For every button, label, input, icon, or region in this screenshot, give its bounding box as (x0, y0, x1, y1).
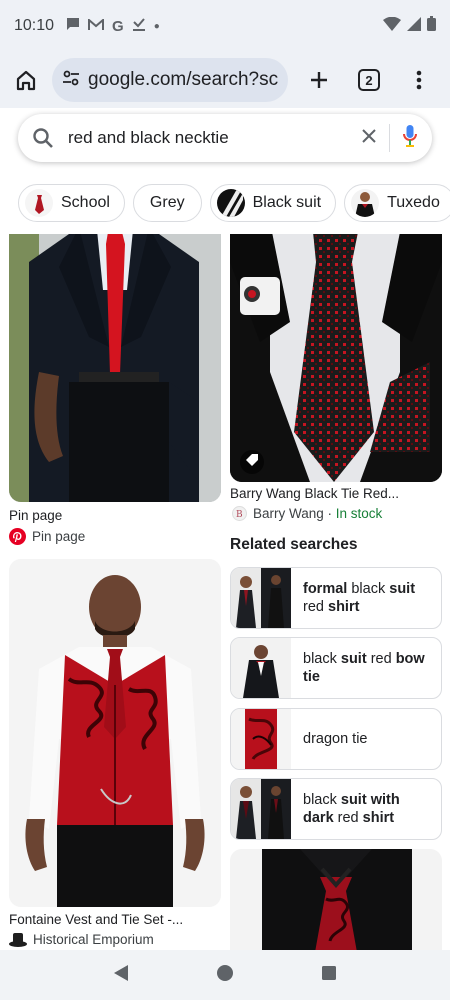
site-settings-icon[interactable] (62, 69, 80, 92)
related-thumbnail (231, 779, 291, 839)
home-nav-button[interactable] (216, 964, 234, 987)
download-done-icon (132, 17, 146, 35)
top-hat-icon (9, 932, 27, 947)
result-image-polka-tie[interactable] (230, 234, 442, 482)
system-nav-bar (0, 950, 450, 1000)
chip-thumbnail-tie (25, 189, 53, 217)
svg-text:B: B (236, 510, 243, 520)
new-tab-button[interactable] (294, 54, 344, 106)
gmail-icon (88, 17, 105, 35)
result-title[interactable]: Barry Wang Black Tie Red... (230, 486, 399, 501)
microphone-icon (403, 124, 417, 147)
result-source[interactable]: B Barry Wang · In stock (232, 506, 382, 521)
result-image-paisley-tie[interactable] (230, 849, 442, 950)
chip-label: Grey (149, 194, 185, 211)
image-results: Pin page Pin page Barry Wang Black Tie R… (0, 234, 450, 950)
system-icons (383, 16, 436, 36)
battery-icon (427, 16, 436, 36)
wifi-icon (383, 16, 401, 36)
source-separator: · (323, 506, 336, 521)
google-icon: G (112, 17, 124, 35)
related-searches-heading: Related searches (230, 536, 358, 553)
related-search-label: black suit with dark red shirt (303, 792, 400, 826)
result-source-label: Pin page (32, 529, 86, 544)
search-divider (389, 124, 390, 152)
tab-switcher-button[interactable]: 2 (344, 54, 394, 106)
pinterest-icon (9, 528, 26, 545)
browser-menu-button[interactable] (394, 54, 444, 106)
related-search-item[interactable]: dragon tie (230, 708, 442, 770)
clear-button[interactable] (361, 128, 377, 149)
chip-thumbnail-tuxedo (351, 189, 380, 217)
related-search-item[interactable]: black suit red bow tie (230, 637, 442, 699)
close-icon (362, 128, 376, 143)
related-thumbnail (231, 709, 291, 769)
related-search-label: formal black suit red shirt (303, 581, 416, 615)
related-thumbnail (231, 568, 291, 628)
result-source[interactable]: Historical Emporium (9, 932, 154, 947)
chip-thumbnail-striped-tie (216, 189, 245, 217)
tab-count: 2 (358, 69, 380, 91)
chip-black-suit[interactable]: Black suit (209, 184, 337, 222)
chip-school[interactable]: School (18, 184, 125, 222)
stock-status: In stock (335, 506, 383, 521)
browser-toolbar: google.com/search?sca_ 2 (0, 52, 450, 108)
result-source-label: Barry Wang (253, 506, 324, 521)
result-title[interactable]: Pin page (9, 508, 62, 523)
dot-icon: ● (153, 20, 160, 32)
barry-wang-logo-icon: B (232, 506, 247, 521)
plus-icon (311, 72, 327, 88)
result-source-label: Historical Emporium (33, 932, 154, 947)
related-thumbnail (231, 638, 291, 698)
related-search-label: dragon tie (303, 731, 368, 747)
notification-icons: G ● (66, 17, 160, 35)
related-search-label: black suit red bow tie (303, 651, 425, 685)
home-button[interactable] (0, 54, 52, 106)
recents-icon (321, 965, 336, 980)
chip-label: School (61, 194, 110, 211)
chip-tuxedo[interactable]: Tuxedo (344, 184, 450, 222)
status-time: 10:10 (14, 17, 55, 34)
back-button[interactable] (113, 964, 129, 987)
status-bar: 10:10 G ● (0, 0, 450, 52)
search-icon (33, 128, 53, 148)
result-source[interactable]: Pin page (9, 528, 85, 545)
chat-icon (66, 17, 80, 35)
result-image-vest-tie-set[interactable] (9, 559, 221, 907)
chip-label: Tuxedo (387, 194, 440, 211)
signal-icon (407, 16, 421, 36)
chip-grey[interactable]: Grey (132, 184, 202, 222)
more-vert-icon (416, 70, 422, 90)
voice-search-button[interactable] (402, 124, 418, 153)
related-search-item[interactable]: formal black suit red shirt (230, 567, 442, 629)
filter-chips: School Grey Black suit Tuxedo (18, 184, 450, 224)
recents-button[interactable] (321, 965, 337, 986)
result-title[interactable]: Fontaine Vest and Tie Set -... (9, 912, 183, 927)
search-box[interactable]: red and black necktie (18, 114, 432, 162)
home-circle-icon (216, 964, 233, 981)
chip-label: Black suit (252, 194, 322, 211)
result-image-suit-red-tie[interactable] (9, 234, 221, 502)
home-icon (16, 70, 36, 91)
related-search-item[interactable]: black suit with dark red shirt (230, 778, 442, 840)
url-bar[interactable]: google.com/search?sca_ (52, 58, 288, 102)
back-icon (114, 964, 129, 981)
url-text: google.com/search?sca_ (88, 69, 278, 90)
search-input[interactable]: red and black necktie (68, 128, 361, 148)
